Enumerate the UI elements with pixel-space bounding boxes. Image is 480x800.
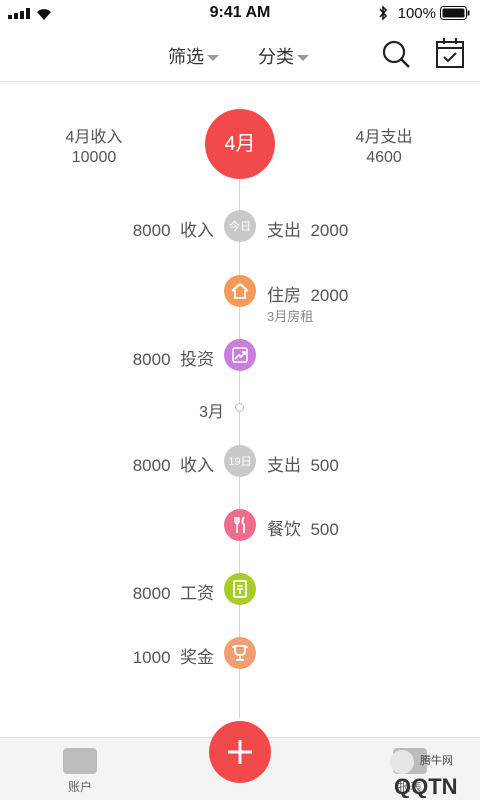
day2-income-label: 收入 <box>180 456 214 475</box>
bonus-entry[interactable]: 1000 奖金 <box>133 643 214 668</box>
category-dropdown[interactable]: 分类 <box>258 43 309 69</box>
bonus-node[interactable] <box>224 637 256 669</box>
battery-icon <box>440 6 470 20</box>
salary-node[interactable] <box>224 573 256 605</box>
day-income-label: 收入 <box>180 221 214 240</box>
wallet-icon <box>63 748 97 774</box>
day-expense-amount: 2000 <box>310 221 349 240</box>
day-income-amount: 8000 <box>132 221 171 240</box>
housing-entry[interactable]: 住房 2000 <box>267 281 348 306</box>
fork-knife-icon <box>234 516 245 533</box>
day-income: 8000 收入 <box>133 216 214 241</box>
month-marker-dot <box>235 403 244 412</box>
caret-down-icon <box>207 55 219 62</box>
day-badge-19: 19日 <box>224 445 256 477</box>
salary-label: 工资 <box>180 584 214 603</box>
day2-expense-label: 支出 <box>267 456 301 475</box>
dining-node[interactable] <box>224 509 256 541</box>
tab-accounts-label: 账户 <box>67 780 92 794</box>
investment-label: 投资 <box>180 350 214 369</box>
battery-percent: 100% <box>397 5 436 22</box>
day-expense: 支出 2000 <box>267 216 348 241</box>
tab-accounts[interactable]: 账户 <box>50 748 110 795</box>
watermark-text: 腾牛网 <box>420 755 453 767</box>
housing-note: 3月房租 <box>267 309 314 324</box>
category-label: 分类 <box>258 47 294 67</box>
day2-expense: 支出 500 <box>267 451 339 476</box>
month-bubble[interactable]: 4月 <box>205 109 275 179</box>
day-expense-label: 支出 <box>267 221 301 240</box>
filter-dropdown[interactable]: 筛选 <box>168 43 219 69</box>
income-value: 10000 <box>71 149 117 166</box>
filter-label: 筛选 <box>168 47 204 67</box>
day2-income: 8000 收入 <box>133 451 214 476</box>
plus-icon <box>228 740 252 764</box>
salary-entry[interactable]: 8000 工资 <box>133 579 214 604</box>
add-record-button[interactable] <box>209 721 271 783</box>
header-toolbar: 筛选 分类 <box>0 26 480 82</box>
day-badge-today: 今日 <box>224 210 256 242</box>
housing-label: 住房 <box>267 286 301 305</box>
dining-amount: 500 <box>310 520 339 539</box>
investment-node[interactable] <box>224 339 256 371</box>
status-bar: 9:41 AM 100% <box>0 0 480 26</box>
day2-income-amount: 8000 <box>132 456 171 475</box>
investment-entry[interactable]: 8000 投资 <box>133 345 214 370</box>
dining-entry[interactable]: 餐饮 500 <box>267 515 339 540</box>
salary-icon <box>233 580 247 598</box>
caret-down-icon <box>297 55 309 62</box>
investment-amount: 8000 <box>132 350 171 369</box>
bluetooth-icon <box>379 5 388 21</box>
search-icon[interactable] <box>381 39 411 69</box>
month-marker-label: 3月 <box>199 404 224 421</box>
trophy-icon <box>232 645 248 661</box>
dining-label: 餐饮 <box>267 520 301 539</box>
income-label: 4月收入 <box>65 129 123 146</box>
calendar-icon[interactable] <box>435 37 465 69</box>
bonus-label: 奖金 <box>180 648 214 667</box>
expense-label: 4月支出 <box>355 129 413 146</box>
day2-expense-amount: 500 <box>310 456 339 475</box>
svg-text:QQTN: QQTN <box>394 774 458 798</box>
housing-node[interactable] <box>224 275 256 307</box>
bonus-amount: 1000 <box>132 648 171 667</box>
trend-up-icon <box>232 347 248 363</box>
housing-amount: 2000 <box>310 286 349 305</box>
salary-amount: 8000 <box>132 584 171 603</box>
house-icon <box>231 282 249 299</box>
expense-value: 4600 <box>366 149 402 166</box>
